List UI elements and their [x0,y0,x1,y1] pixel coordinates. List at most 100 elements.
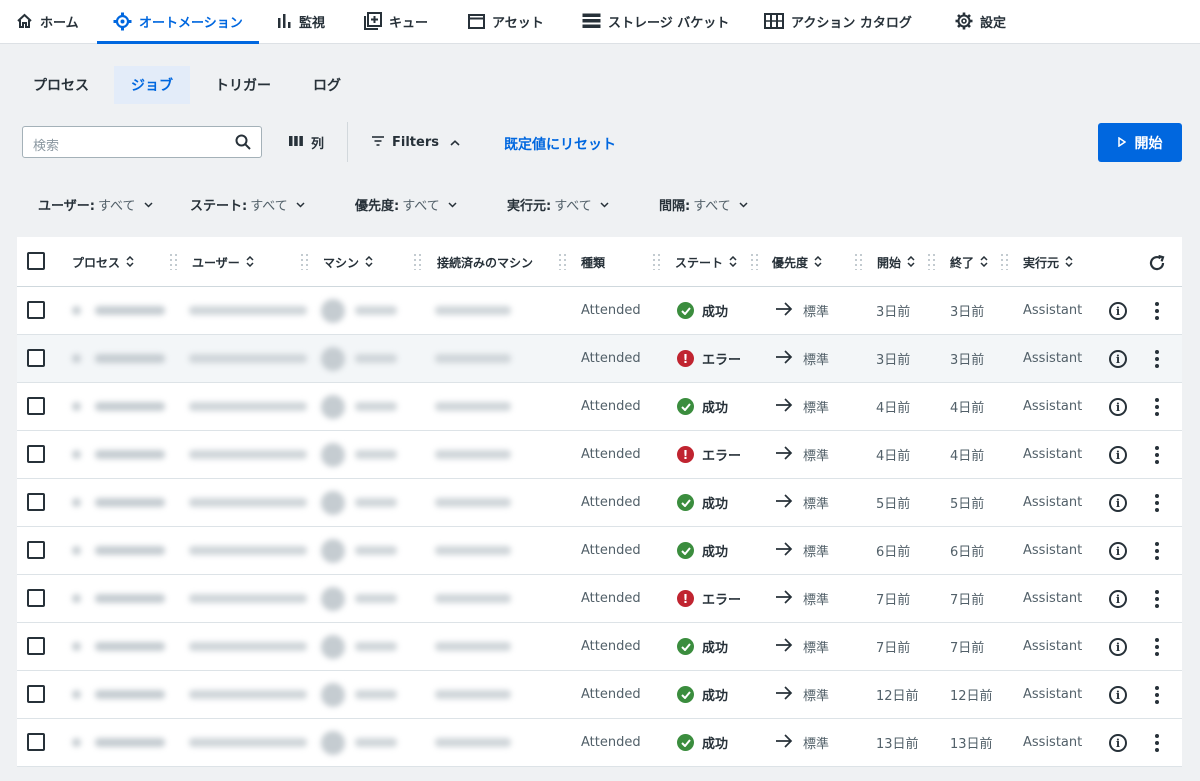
table-row[interactable]: Attended 成功 標準 5日前 5日前 Assistant i [17,479,1182,527]
machine-avatar [321,442,345,467]
table-row[interactable]: Attended ! エラー 標準 3日前 3日前 Assistant i [17,335,1182,383]
nav-assets[interactable]: アセット [468,0,544,42]
col-header-machine[interactable]: マシン [323,254,373,271]
row-checkbox[interactable] [27,445,45,463]
info-icon[interactable]: i [1109,494,1127,512]
type-cell: Attended [581,591,641,606]
info-icon[interactable]: i [1109,734,1127,752]
filter-priority[interactable]: 優先度: すべて [355,194,457,214]
more-actions-icon[interactable] [1155,734,1159,752]
end-cell: 12日前 [950,689,993,704]
info-icon[interactable]: i [1109,686,1127,704]
info-icon[interactable]: i [1109,398,1127,416]
more-actions-icon[interactable] [1155,494,1159,512]
nav-automation-label: オートメーション [139,15,243,31]
redacted-machine-name [355,306,397,315]
more-actions-icon[interactable] [1155,350,1159,368]
more-actions-icon[interactable] [1155,686,1159,704]
start-job-button[interactable]: 開始 [1098,123,1182,162]
column-resize-handle[interactable] [855,254,863,270]
machine-cell [321,671,397,718]
tab-triggers[interactable]: トリガー [215,66,271,104]
table-row[interactable]: Attended 成功 標準 3日前 3日前 Assistant i [17,287,1182,335]
refresh-icon[interactable] [1148,254,1166,276]
nav-storage-buckets[interactable]: ストレージ バケット [582,0,729,42]
column-resize-handle[interactable] [170,254,178,270]
table-row[interactable]: Attended 成功 標準 7日前 7日前 Assistant i [17,623,1182,671]
nav-queues[interactable]: キュー [364,0,428,42]
row-checkbox[interactable] [27,685,45,703]
row-checkbox[interactable] [27,493,45,511]
info-icon[interactable]: i [1109,542,1127,560]
user-cell [189,335,307,382]
more-actions-icon[interactable] [1155,398,1159,416]
info-icon[interactable]: i [1109,350,1127,368]
col-header-priority[interactable]: 優先度 [772,254,822,271]
filter-state[interactable]: ステート: すべて [190,194,305,214]
redacted-connected-machine [435,402,511,411]
more-actions-icon[interactable] [1155,638,1159,656]
row-checkbox[interactable] [27,589,45,607]
column-resize-handle[interactable] [928,254,936,270]
column-resize-handle[interactable] [1001,254,1009,270]
table-row[interactable]: Attended ! エラー 標準 4日前 4日前 Assistant i [17,431,1182,479]
table-row[interactable]: Attended 成功 標準 13日前 13日前 Assistant i [17,719,1182,767]
search-icon[interactable] [235,134,251,154]
filters-button[interactable]: Filters [372,126,460,158]
row-checkbox[interactable] [27,541,45,559]
column-resize-handle[interactable] [559,254,567,270]
col-header-type[interactable]: 種類 [581,254,605,271]
col-header-user[interactable]: ユーザー [192,254,254,271]
row-checkbox[interactable] [27,637,45,655]
process-status-dot [72,642,81,651]
col-header-source[interactable]: 実行元 [1023,254,1073,271]
col-header-connected-machine[interactable]: 接続済みのマシン [437,254,533,271]
nav-settings[interactable]: 設定 [955,0,1006,42]
col-header-start[interactable]: 開始 [877,254,915,271]
filter-source[interactable]: 実行元: すべて [507,194,609,214]
filter-user[interactable]: ユーザー: すべて [38,194,153,214]
col-header-end[interactable]: 終了 [950,254,988,271]
source-cell: Assistant [1023,591,1083,606]
chevron-up-icon [450,135,460,150]
column-resize-handle[interactable] [751,254,759,270]
table-row[interactable]: Attended 成功 標準 4日前 4日前 Assistant i [17,383,1182,431]
search-input[interactable]: 検索 [22,126,262,158]
tab-logs[interactable]: ログ [313,66,341,104]
more-actions-icon[interactable] [1155,446,1159,464]
filter-interval[interactable]: 間隔: すべて [659,194,748,214]
filter-icon [372,135,384,150]
table-row[interactable]: Attended 成功 標準 6日前 6日前 Assistant i [17,527,1182,575]
info-icon[interactable]: i [1109,638,1127,656]
column-resize-handle[interactable] [414,254,422,270]
reset-defaults-link[interactable]: 既定値にリセット [504,134,616,154]
col-header-state[interactable]: ステート [675,254,737,271]
end-cell: 4日前 [950,401,985,416]
info-icon[interactable]: i [1109,590,1127,608]
row-checkbox[interactable] [27,733,45,751]
more-actions-icon[interactable] [1155,302,1159,320]
tab-processes[interactable]: プロセス [33,66,89,104]
row-checkbox[interactable] [27,349,45,367]
table-row[interactable]: Attended 成功 標準 12日前 12日前 Assistant i [17,671,1182,719]
more-actions-icon[interactable] [1155,590,1159,608]
column-resize-handle[interactable] [301,254,309,270]
columns-button[interactable]: 列 [289,126,324,158]
nav-action-catalogs[interactable]: アクション カタログ [764,0,912,42]
row-checkbox[interactable] [27,397,45,415]
nav-monitoring[interactable]: 監視 [277,0,325,42]
redacted-process-name [95,306,165,315]
info-icon[interactable]: i [1109,302,1127,320]
tab-jobs[interactable]: ジョブ [114,66,190,104]
col-header-process[interactable]: プロセス [72,254,134,271]
info-icon[interactable]: i [1109,446,1127,464]
table-row[interactable]: Attended ! エラー 標準 7日前 7日前 Assistant i [17,575,1182,623]
state-cell: 成功 [677,527,728,574]
row-checkbox[interactable] [27,301,45,319]
column-resize-handle[interactable] [653,254,661,270]
nav-home[interactable]: ホーム [16,0,79,42]
select-all-checkbox[interactable] [27,252,45,270]
nav-automation[interactable]: オートメーション [97,0,259,44]
more-actions-icon[interactable] [1155,542,1159,560]
search-placeholder: 検索 [33,139,60,154]
